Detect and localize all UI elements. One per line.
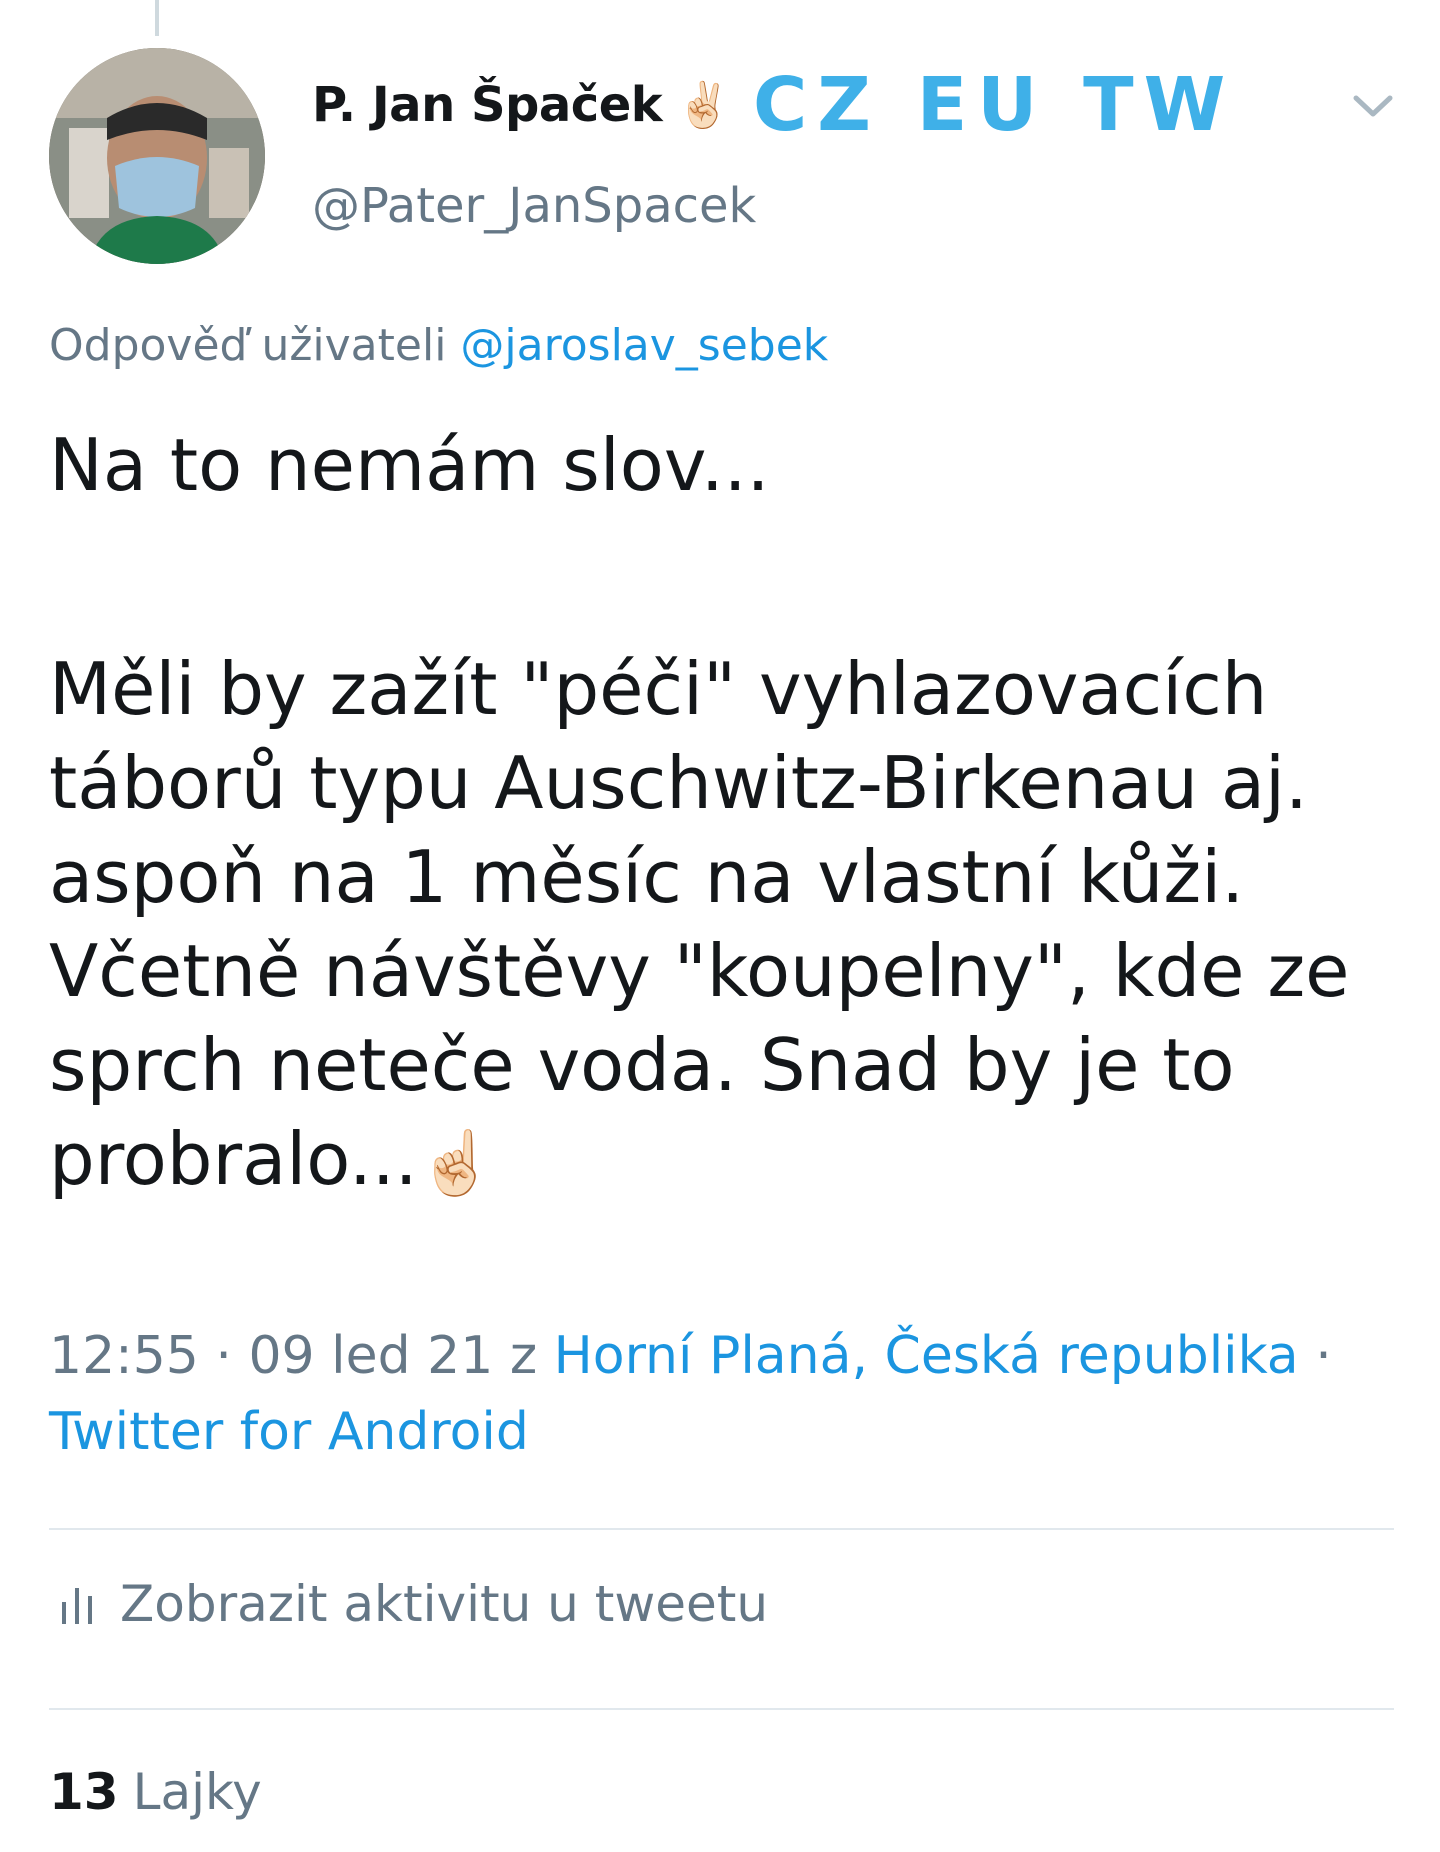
tweet-date[interactable]: 09 led 21 <box>248 1326 493 1386</box>
author-handle[interactable]: @Pater_JanSpacek <box>312 178 756 234</box>
meta-separator-2: · <box>1315 1326 1332 1386</box>
likes-label: Lajky <box>132 1763 262 1821</box>
analytics-bars-icon <box>62 1588 92 1624</box>
divider-bottom <box>49 1708 1394 1710</box>
author-row: P. Jan Špaček ✌🏻 CZ EU TW <box>312 60 1235 150</box>
likes-number: 13 <box>49 1763 119 1821</box>
tweet-meta: 12:55 · 09 led 21 z Horní Planá, Česká r… <box>49 1318 1409 1470</box>
view-activity-label: Zobrazit aktivitu u tweetu <box>120 1575 769 1633</box>
reply-prefix: Odpověď uživateli <box>49 320 447 371</box>
avatar[interactable] <box>49 48 265 264</box>
tweet-text-line1: Na to nemám slov... <box>49 423 770 507</box>
victory-hand-emoji: ✌🏻 <box>676 80 731 131</box>
thread-connector-line <box>155 0 159 36</box>
location-prefix: z <box>509 1326 538 1386</box>
author-name[interactable]: P. Jan Špaček <box>312 77 663 133</box>
tweet-text-paragraph2: Měli by zažít "péči" vyhlazovacích tábor… <box>49 642 1409 1210</box>
reply-mention-link[interactable]: @jaroslav_sebek <box>460 320 828 371</box>
divider-top <box>49 1528 1394 1530</box>
reply-context: Odpověď uživateli @jaroslav_sebek <box>49 320 828 371</box>
source-link[interactable]: Twitter for Android <box>49 1402 529 1462</box>
meta-separator: · <box>215 1326 232 1386</box>
location-link[interactable]: Horní Planá, Česká republika <box>554 1326 1299 1386</box>
avatar-photo <box>49 48 265 264</box>
pointing-up-emoji: ☝🏻 <box>417 1126 495 1199</box>
tweet-text: Na to nemám slov... Měli by zažít "péči"… <box>49 418 1409 1210</box>
likes-count[interactable]: 13 Lajky <box>49 1763 262 1821</box>
chevron-down-icon[interactable] <box>1348 86 1398 126</box>
name-tag: CZ EU TW <box>753 62 1236 148</box>
view-activity-button[interactable]: Zobrazit aktivitu u tweetu <box>60 1575 768 1633</box>
tweet-time[interactable]: 12:55 <box>49 1326 199 1386</box>
tweet-text-body: Měli by zažít "péči" vyhlazovacích tábor… <box>49 647 1350 1201</box>
